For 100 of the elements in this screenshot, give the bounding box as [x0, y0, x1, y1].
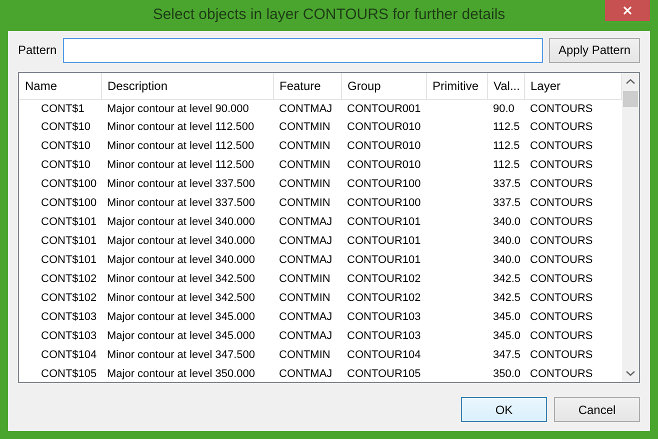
ok-button[interactable]: OK [461, 397, 547, 422]
table-cell-text: CONT$102 [40, 272, 98, 288]
table-cell-text: CONTMIN [278, 120, 332, 136]
table-cell-text: CONT$10 [40, 120, 92, 136]
table-cell-text: CONTOUR102 [346, 291, 422, 306]
table-cell-text: CONTOURS [529, 120, 594, 136]
table-cell-text: 342.5 [492, 272, 522, 288]
table-cell-text: Major contour at level 345.000 [106, 310, 256, 326]
table-cell-text: CONTOUR104 [346, 348, 422, 364]
table-cell-text: 342.5 [492, 291, 522, 306]
table-cell-text: CONT$101 [40, 215, 98, 230]
table-cell-text: CONTMAJ [278, 253, 334, 268]
table-cell-text: CONTOUR105 [346, 367, 422, 382]
table-cell-text: CONTOUR101 [346, 234, 422, 250]
table-cell-text: CONTOURS [529, 158, 594, 174]
table-cell-text: CONT$104 [40, 348, 98, 364]
table-cell-text: CONTOUR010 [346, 139, 422, 154]
table-cell-text: CONTMIN [278, 291, 332, 306]
table-cell-text: Minor contour at level 337.500 [106, 196, 256, 212]
table-cell-text: Minor contour at level 342.500 [106, 291, 256, 306]
table-cell: CONTOURS [524, 99, 621, 118]
table-cell-text: 345.0 [492, 329, 522, 344]
table-cell-text: CONT$102 [40, 291, 98, 306]
table-cell-text: CONTOURS [529, 272, 594, 288]
column-header[interactable]: Name [19, 73, 101, 99]
table-cell-text: CONTMIN [278, 196, 332, 212]
table-cell-text: Minor contour at level 112.500 [106, 139, 256, 154]
column-header[interactable]: Description [101, 73, 273, 99]
table-cell-text: 347.5 [492, 348, 522, 364]
table-cell-text: CONTOUR103 [346, 329, 422, 344]
table-cell: 90.0 [487, 99, 524, 118]
table-cell-text: CONTMAJ [278, 215, 334, 230]
close-button[interactable] [605, 0, 650, 21]
scroll-thumb[interactable] [623, 91, 638, 107]
table-cell-text: CONTOURS [529, 139, 594, 154]
table-cell-text: 337.5 [492, 177, 522, 192]
column-header[interactable]: Group [341, 73, 426, 99]
pattern-label: Pattern [18, 42, 57, 59]
table-cell-text: CONT$100 [40, 177, 98, 192]
table-cell-text: Minor contour at level 347.500 [106, 348, 256, 364]
table-cell-text: CONTMIN [278, 348, 332, 364]
scroll-down-icon [626, 371, 635, 376]
table-cell-text: Major contour at level 340.000 [106, 215, 256, 230]
table-cell-text: CONTMIN [278, 177, 332, 192]
table-cell-text: CONTMAJ [278, 234, 334, 250]
column-header[interactable]: Primitive [426, 73, 487, 99]
table-cell-text: CONTOURS [529, 215, 594, 230]
table-cell-text: 112.5 [492, 120, 521, 136]
table-cell-text: CONT$10 [40, 139, 92, 154]
table-cell-text: CONTOURS [529, 310, 594, 326]
table-cell-text: Minor contour at level 112.500 [106, 158, 256, 174]
table-cell-text: CONTOURS [529, 196, 594, 212]
table-cell-text: CONTOURS [529, 253, 594, 268]
table-cell-text: CONTMIN [278, 272, 332, 288]
table-cell-text: CONTMAJ [278, 367, 334, 382]
table-cell-text: CONTOURS [529, 177, 594, 192]
column-header[interactable]: Val... [487, 73, 524, 99]
scroll-up-icon [626, 79, 635, 84]
table-cell-text: 112.5 [492, 158, 521, 174]
table-cell-text: CONTMAJ [278, 329, 334, 344]
table-cell-text: CONT$103 [40, 310, 98, 326]
pattern-field[interactable] [62, 38, 543, 62]
table-cell-text: Major contour at level 345.000 [106, 329, 256, 344]
table-cell-text: CONT$101 [40, 234, 98, 250]
close-icon [623, 6, 632, 15]
table-cell-text: CONTOUR101 [346, 253, 422, 268]
table-cell-text: CONTOUR100 [346, 177, 422, 192]
table-cell-text: CONTMAJ [278, 310, 334, 326]
table-cell-text: CONTOUR101 [346, 215, 422, 230]
column-header[interactable]: Layer [524, 73, 621, 99]
table-cell-text: CONTOUR010 [346, 120, 422, 136]
table-cell-text: CONTOURS [529, 291, 594, 306]
table-cell-text: 340.0 [492, 234, 522, 250]
table-cell-text: 340.0 [492, 215, 522, 230]
apply-pattern-button[interactable]: Apply Pattern [549, 38, 640, 62]
cancel-button[interactable]: Cancel [554, 397, 640, 422]
table-cell-text: Minor contour at level 112.500 [106, 120, 256, 136]
table-cell-text: CONTMIN [278, 139, 332, 154]
table-cell-text: Major contour at level 350.000 [106, 367, 256, 382]
table-cell-text: CONTOURS [529, 348, 594, 364]
table-cell-text: CONTOURS [529, 329, 594, 344]
table-cell: CONTOUR001 [341, 99, 426, 118]
table-cell: Major contour at level 90.000 [101, 99, 273, 118]
table-cell-text: CONTOUR102 [346, 272, 422, 288]
table-cell: CONTMAJ [273, 99, 341, 118]
table-cell-text: Major contour at level 340.000 [106, 253, 256, 268]
table-cell-text: 112.5 [492, 139, 521, 154]
table-cell-text: Minor contour at level 337.500 [106, 177, 256, 192]
table-cell-text: CONTOUR103 [346, 310, 422, 326]
table-cell-text: CONT$100 [40, 196, 98, 212]
table-cell-text: 337.5 [492, 196, 522, 212]
table-cell-text: CONT$101 [40, 253, 98, 268]
column-header[interactable]: Feature [273, 73, 341, 99]
table-cell-text: 340.0 [492, 253, 522, 268]
scrollbar[interactable] [622, 73, 639, 382]
table-cell-text: CONTOUR100 [346, 196, 422, 212]
table-cell-text: CONT$105 [40, 367, 98, 382]
table-cell-text: CONTOURS [529, 234, 594, 250]
table-cell-text: CONTMIN [278, 158, 332, 174]
table-cell-text: Major contour at level 340.000 [106, 234, 256, 250]
